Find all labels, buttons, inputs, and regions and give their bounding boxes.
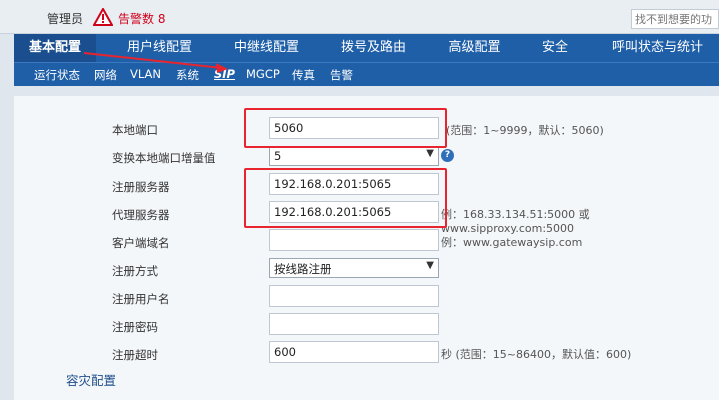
annotation-arrow xyxy=(83,52,228,73)
